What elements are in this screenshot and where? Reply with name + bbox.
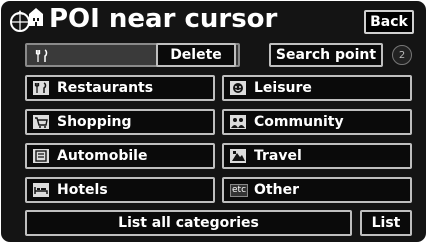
list-all-categories-button[interactable]: List all categories — [25, 210, 352, 236]
category-hotels-button[interactable]: Hotels — [25, 177, 215, 203]
fork-knife-icon — [33, 81, 49, 95]
search-point-button[interactable]: Search point — [269, 43, 383, 67]
category-community-button[interactable]: Community — [222, 109, 412, 135]
automobile-icon — [33, 149, 49, 163]
category-label: Travel — [254, 148, 302, 164]
list-button[interactable]: List — [360, 210, 412, 236]
shopping-cart-icon — [33, 115, 49, 129]
category-label: Restaurants — [57, 80, 154, 96]
category-other-button[interactable]: etc Other — [222, 177, 412, 203]
hotel-bed-icon — [33, 183, 49, 197]
community-icon — [230, 115, 246, 129]
fork-knife-icon — [35, 49, 48, 62]
category-label: Automobile — [57, 148, 148, 164]
category-leisure-button[interactable]: Leisure — [222, 75, 412, 101]
category-travel-button[interactable]: Travel — [222, 143, 412, 169]
category-label: Shopping — [57, 114, 132, 130]
category-label: Community — [254, 114, 344, 130]
category-label: Leisure — [254, 80, 312, 96]
category-label: Hotels — [57, 182, 108, 198]
category-label: Other — [254, 182, 299, 198]
back-button[interactable]: Back — [364, 10, 414, 34]
category-restaurants-button[interactable]: Restaurants — [25, 75, 215, 101]
header: POI near cursor Back — [1, 1, 426, 40]
leisure-icon — [230, 81, 246, 95]
travel-icon — [230, 149, 246, 163]
screen: POI near cursor Back Delete Search point… — [1, 1, 426, 242]
etc-icon: etc — [230, 183, 249, 197]
page-title: POI near cursor — [49, 4, 278, 34]
delete-button[interactable]: Delete — [156, 43, 236, 67]
category-shopping-button[interactable]: Shopping — [25, 109, 215, 135]
building-icon — [29, 8, 43, 26]
category-automobile-button[interactable]: Automobile — [25, 143, 215, 169]
voice-badge: 2 — [392, 45, 412, 65]
